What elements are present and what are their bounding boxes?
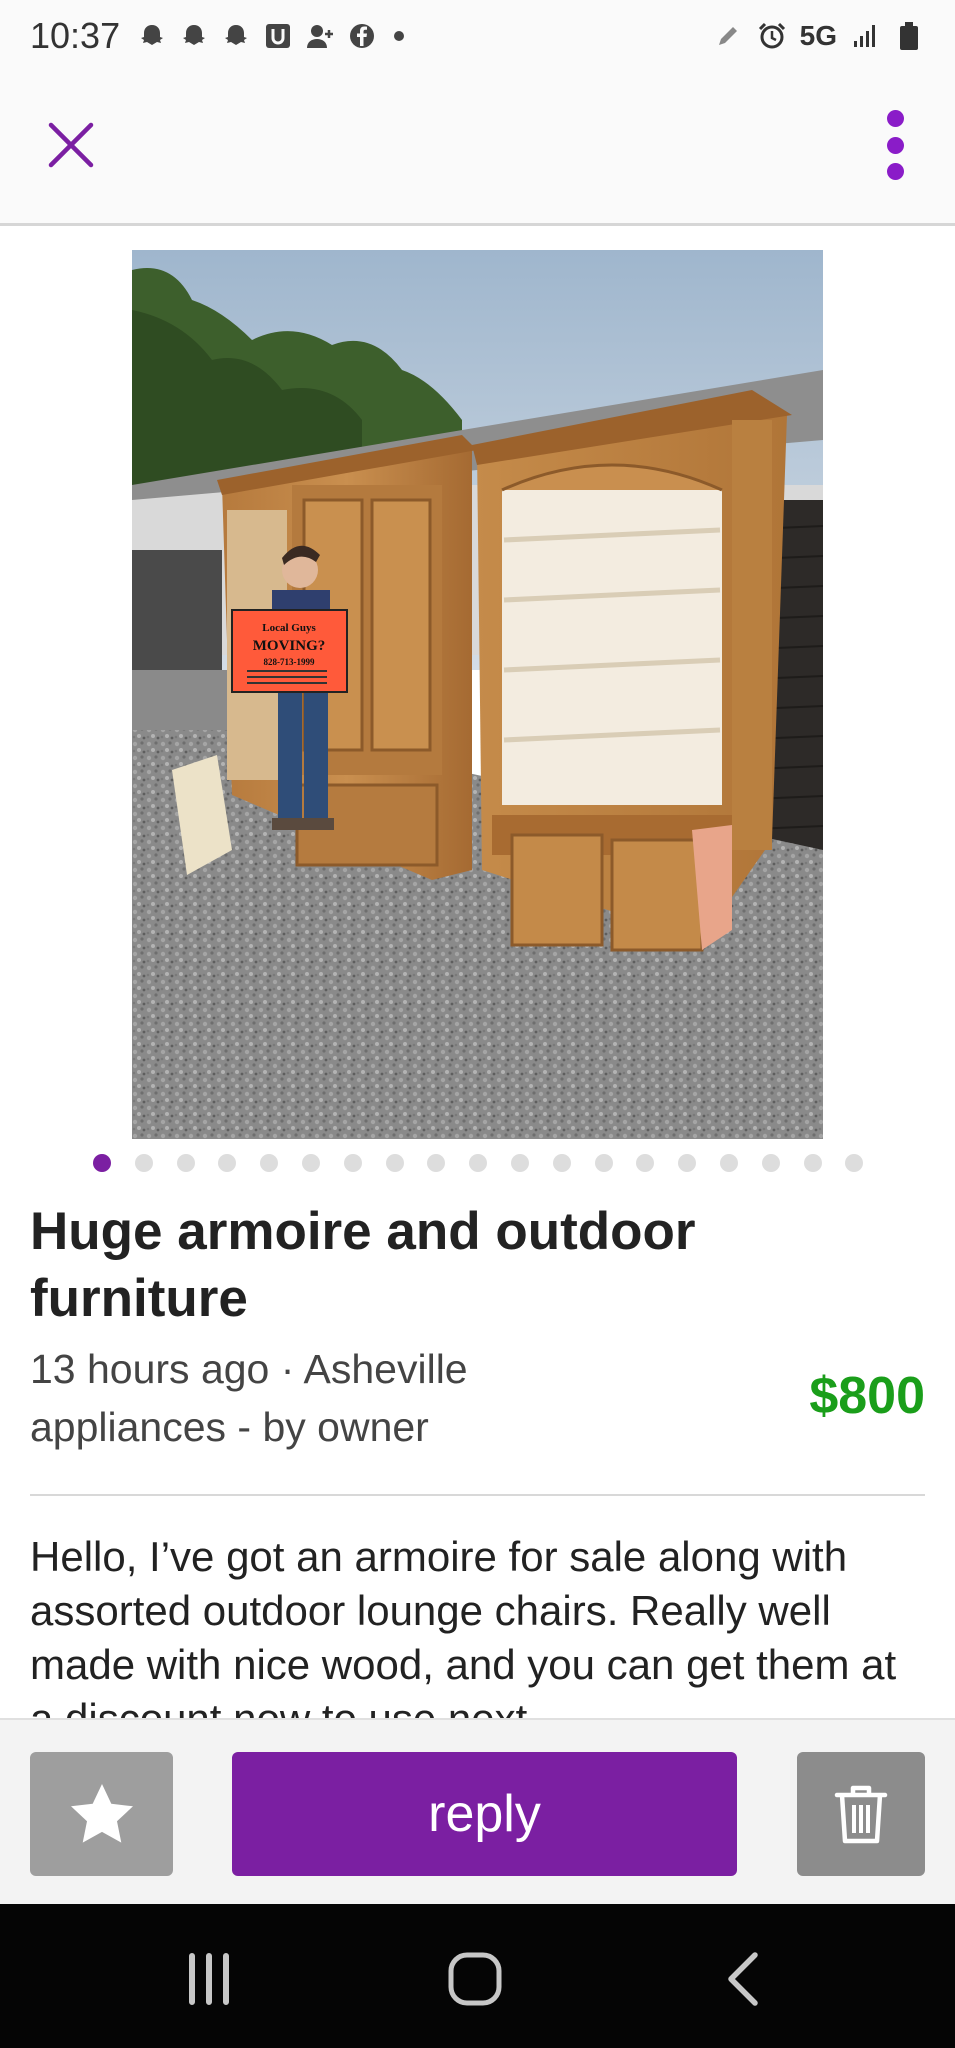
home-icon bbox=[448, 1952, 502, 2006]
pager-dot[interactable] bbox=[678, 1154, 696, 1172]
recent-apps-button[interactable] bbox=[164, 1944, 254, 2014]
app-bar bbox=[0, 72, 955, 226]
back-button[interactable] bbox=[698, 1944, 788, 2014]
star-icon bbox=[70, 1784, 133, 1843]
listing-meta: 13 hours ago · Asheville appliances - by… bbox=[30, 1340, 468, 1456]
listing-title: Huge armoire and outdoor furniture bbox=[30, 1202, 696, 1328]
pager-dot[interactable] bbox=[511, 1154, 529, 1172]
pen-icon bbox=[712, 20, 744, 52]
pager-dot[interactable] bbox=[386, 1154, 404, 1172]
status-bar: 10:37 5G bbox=[0, 0, 955, 72]
status-left: 10:37 bbox=[30, 15, 405, 57]
more-vertical-icon-dot bbox=[886, 136, 904, 154]
sign-line-2: MOVING? bbox=[253, 638, 326, 654]
recent-apps-icon bbox=[189, 1953, 229, 2005]
listing-photo[interactable]: Local Guys MOVING? 828-713-1999 bbox=[132, 250, 823, 1139]
pager-dot[interactable] bbox=[177, 1154, 195, 1172]
pager-dot[interactable] bbox=[260, 1154, 278, 1172]
facebook-icon bbox=[346, 20, 378, 52]
u-app-icon bbox=[262, 20, 294, 52]
signal-icon bbox=[849, 20, 881, 52]
listing-price: $800 bbox=[809, 1367, 925, 1425]
listing-category: appliances - by owner bbox=[30, 1404, 429, 1450]
back-icon bbox=[728, 1952, 758, 2006]
photo-pager bbox=[0, 1152, 955, 1176]
pager-dot[interactable] bbox=[218, 1154, 236, 1172]
more-options-button[interactable] bbox=[875, 102, 915, 188]
pager-dot[interactable] bbox=[302, 1154, 320, 1172]
more-notifications-dot bbox=[394, 31, 405, 41]
person-add-icon bbox=[304, 20, 336, 52]
reply-button[interactable]: reply bbox=[232, 1752, 737, 1876]
pager-dot[interactable] bbox=[344, 1154, 362, 1172]
favorite-button[interactable] bbox=[30, 1752, 173, 1876]
status-right: 5G bbox=[712, 20, 925, 52]
close-icon bbox=[48, 122, 94, 168]
snapchat-icon bbox=[220, 20, 252, 52]
pager-dot[interactable] bbox=[804, 1154, 822, 1172]
trash-icon bbox=[834, 1785, 888, 1844]
sign-line-3: 828-713-1999 bbox=[264, 657, 315, 667]
delete-button[interactable] bbox=[797, 1752, 925, 1876]
pager-dot[interactable] bbox=[762, 1154, 780, 1172]
sign-line-1: Local Guys bbox=[262, 622, 316, 634]
status-time: 10:37 bbox=[30, 15, 121, 56]
listing-posted: 13 hours ago · Asheville bbox=[30, 1346, 468, 1392]
divider bbox=[30, 1494, 925, 1496]
listing-body: Hello, I’ve got an armoire for sale alon… bbox=[30, 1533, 897, 1718]
pager-dot[interactable] bbox=[135, 1154, 153, 1172]
pager-dot[interactable] bbox=[720, 1154, 738, 1172]
network-type: 5G bbox=[799, 20, 837, 51]
close-button[interactable] bbox=[40, 114, 102, 176]
home-button[interactable] bbox=[430, 1944, 520, 2014]
snapchat-icon bbox=[178, 20, 210, 52]
battery-icon bbox=[893, 20, 925, 52]
pager-dot[interactable] bbox=[595, 1154, 613, 1172]
alarm-icon bbox=[756, 20, 788, 52]
action-bar: reply bbox=[0, 1718, 955, 1904]
pager-dot[interactable] bbox=[93, 1154, 111, 1172]
pager-dot[interactable] bbox=[845, 1154, 863, 1172]
more-vertical-icon-dot bbox=[886, 110, 904, 127]
more-vertical-icon-dot bbox=[886, 163, 904, 180]
navigation-bar bbox=[0, 1904, 955, 2048]
snapchat-icon bbox=[136, 20, 168, 52]
pager-dot[interactable] bbox=[469, 1154, 487, 1172]
pager-dot[interactable] bbox=[636, 1154, 654, 1172]
pager-dot[interactable] bbox=[427, 1154, 445, 1172]
listing-photo-image: Local Guys MOVING? 828-713-1999 bbox=[132, 250, 823, 1139]
pager-dot[interactable] bbox=[553, 1154, 571, 1172]
